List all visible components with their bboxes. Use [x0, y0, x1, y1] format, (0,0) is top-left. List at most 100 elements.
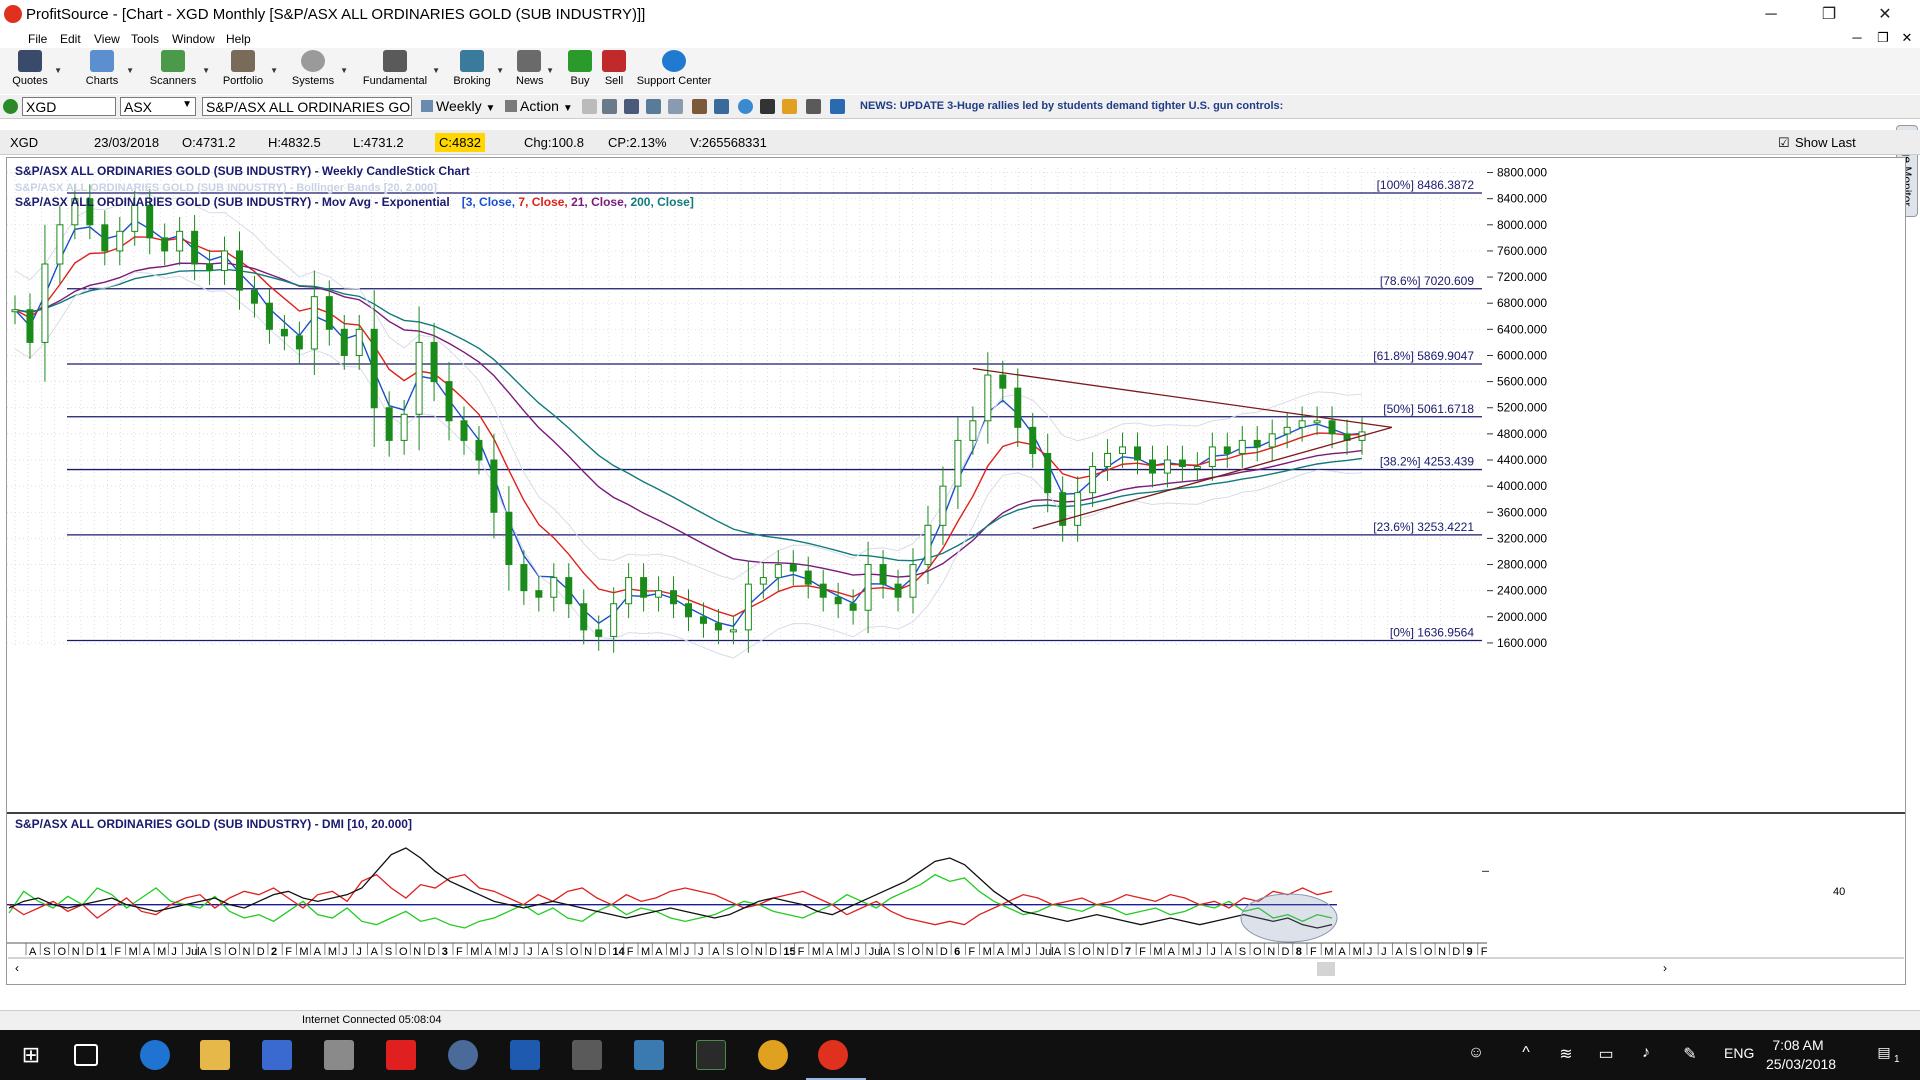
- x-tick-label: F: [114, 946, 121, 958]
- quotes-button[interactable]: Quotes ▼: [10, 50, 62, 87]
- print-icon[interactable]: [624, 99, 639, 114]
- camera-icon[interactable]: [572, 1040, 602, 1070]
- news-button[interactable]: News ▼: [516, 50, 554, 87]
- candle-body: [984, 374, 992, 422]
- y-tick-label: 7200.000: [1497, 270, 1547, 284]
- alert-icon[interactable]: [830, 99, 845, 114]
- pencil-icon[interactable]: [806, 99, 821, 114]
- volume-icon[interactable]: ♪: [1636, 1044, 1656, 1064]
- app-window-icon[interactable]: [634, 1040, 664, 1070]
- indicator-icon[interactable]: [714, 99, 729, 114]
- quote-symbol: XGD: [10, 135, 39, 150]
- chevron-up-icon[interactable]: ^: [1516, 1044, 1536, 1064]
- chevron-down-icon[interactable]: ▼: [54, 66, 62, 75]
- chevron-down-icon[interactable]: ▼: [126, 66, 134, 75]
- wifi-icon[interactable]: ≋: [1556, 1044, 1576, 1064]
- x-tick-label: O: [57, 946, 66, 958]
- child-restore-button[interactable]: ❐: [1872, 30, 1894, 46]
- go-app-icon[interactable]: [696, 1040, 726, 1070]
- candle-body: [1208, 446, 1216, 468]
- child-close-button[interactable]: ✕: [1896, 30, 1918, 46]
- maximize-button[interactable]: ❐: [1806, 2, 1852, 28]
- fundamental-button[interactable]: Fundamental ▼: [362, 50, 440, 87]
- x-tick-label: A: [29, 946, 37, 958]
- new-icon[interactable]: [582, 99, 597, 114]
- k-app-icon[interactable]: [386, 1040, 416, 1070]
- chevron-down-icon[interactable]: ▼: [496, 66, 504, 75]
- candle-body: [236, 250, 243, 291]
- security-name-input[interactable]: S&P/ASX ALL ORDINARIES GOL: [202, 97, 412, 116]
- windows-start-icon[interactable]: ⊞: [16, 1040, 46, 1070]
- people-icon[interactable]: ☺: [1466, 1044, 1486, 1064]
- scanners-button[interactable]: Scanners ▼: [148, 50, 210, 87]
- store-icon[interactable]: [262, 1040, 292, 1070]
- broking-button[interactable]: Broking ▼: [452, 50, 504, 87]
- scroll-thumb[interactable]: [1317, 962, 1335, 976]
- menu-window[interactable]: Window: [172, 32, 215, 46]
- app-globe-icon[interactable]: [448, 1040, 478, 1070]
- go-icon[interactable]: [3, 99, 18, 114]
- file-explorer-icon[interactable]: [200, 1040, 230, 1070]
- chart-area[interactable]: [100%] 8486.3872 [78.6%] 7020.609 [61.8%] …: [6, 157, 1906, 985]
- charts-button[interactable]: Charts ▼: [82, 50, 134, 87]
- clock-time: 7:08 AM: [1772, 1037, 1824, 1053]
- chevron-down-icon[interactable]: ▼: [202, 66, 210, 75]
- chevron-down-icon: ▼: [562, 103, 573, 114]
- portfolio-button[interactable]: Portfolio ▼: [220, 50, 278, 87]
- drawing-icon[interactable]: [760, 99, 775, 114]
- notification-icon[interactable]: ▤: [1874, 1044, 1894, 1064]
- task-view-icon[interactable]: [74, 1044, 98, 1066]
- symbol-input[interactable]: XGD: [22, 97, 116, 116]
- buy-icon: [568, 50, 592, 72]
- quote-low: L:4731.2: [353, 135, 404, 150]
- candle-body: [864, 564, 872, 611]
- chevron-down-icon[interactable]: ▼: [432, 66, 440, 75]
- menu-tools[interactable]: Tools: [131, 32, 159, 46]
- language-indicator[interactable]: ENG: [1724, 1045, 1754, 1061]
- systems-button[interactable]: Systems ▼: [290, 50, 348, 87]
- support-center-button[interactable]: Support Center: [636, 50, 712, 87]
- pen-icon[interactable]: ✎: [1680, 1044, 1700, 1064]
- action-select[interactable]: Action ▼: [502, 97, 578, 116]
- exchange-select[interactable]: ASX ▼: [120, 97, 196, 116]
- show-last-checkbox[interactable]: ☑: [1778, 135, 1790, 151]
- menu-edit[interactable]: Edit: [60, 32, 81, 46]
- fib-levels: [100%] 8486.3872 [78.6%] 7020.609 [61.8%] …: [67, 178, 1482, 642]
- star-icon[interactable]: [782, 99, 797, 114]
- x-tick-label: S: [726, 946, 733, 958]
- scroll-left-icon[interactable]: ‹: [15, 961, 19, 975]
- candle-body: [265, 302, 273, 330]
- battery-icon[interactable]: ▭: [1596, 1044, 1616, 1064]
- shield-icon[interactable]: [510, 1040, 540, 1070]
- news-ticker[interactable]: NEWS: UPDATE 3-Huge rallies led by stude…: [860, 100, 1283, 112]
- candle-body: [1134, 446, 1141, 461]
- chevron-down-icon[interactable]: ▼: [270, 66, 278, 75]
- lightbulb-icon[interactable]: [738, 99, 753, 114]
- sell-button[interactable]: Sell: [602, 50, 626, 87]
- quote-high: H:4832.5: [268, 135, 321, 150]
- chrome-icon[interactable]: [758, 1040, 788, 1070]
- menu-help[interactable]: Help: [226, 32, 251, 46]
- scroll-right-icon[interactable]: ›: [1663, 961, 1667, 975]
- chevron-down-icon[interactable]: ▼: [340, 66, 348, 75]
- child-minimize-button[interactable]: ─: [1846, 30, 1868, 45]
- chart-svg[interactable]: [100%] 8486.3872 [78.6%] 7020.609 [61.8%] …: [7, 158, 1905, 984]
- period-select[interactable]: Weekly ▼: [418, 97, 496, 116]
- candle-body: [1044, 452, 1052, 494]
- candle-body: [744, 583, 752, 631]
- template-icon[interactable]: [668, 99, 683, 114]
- clock[interactable]: 7:08 AM 25/03/2018: [1766, 1036, 1836, 1074]
- calculator-icon[interactable]: [324, 1040, 354, 1070]
- menu-view[interactable]: View: [94, 32, 120, 46]
- menu-file[interactable]: File: [28, 32, 47, 46]
- close-button[interactable]: ✕: [1862, 2, 1908, 28]
- chevron-down-icon[interactable]: ▼: [546, 66, 554, 75]
- candle-body: [1074, 492, 1082, 526]
- tools-icon[interactable]: [692, 99, 707, 114]
- minimize-button[interactable]: ─: [1748, 2, 1794, 28]
- link-icon[interactable]: [646, 99, 661, 114]
- settings-icon[interactable]: [602, 99, 617, 114]
- buy-button[interactable]: Buy: [568, 50, 592, 87]
- x-tick-label: 3: [442, 946, 448, 958]
- edge-icon[interactable]: [140, 1040, 170, 1070]
